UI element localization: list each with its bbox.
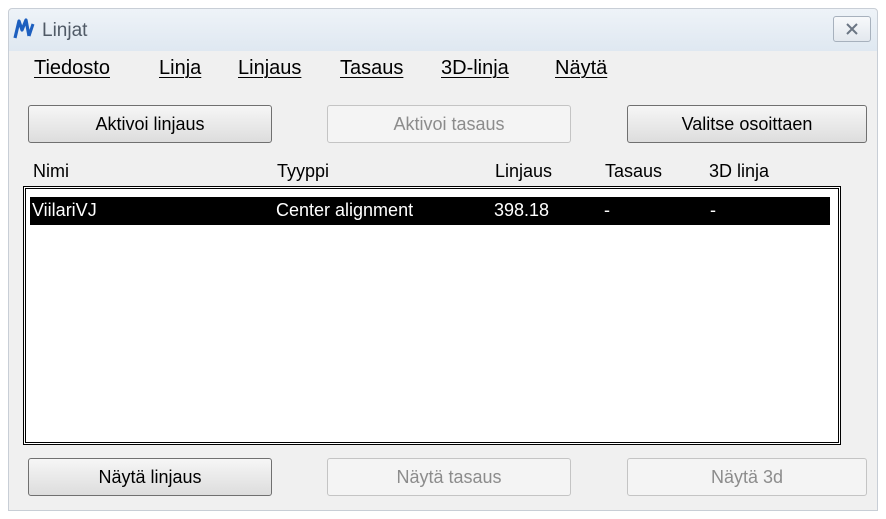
activate-alignment-button[interactable]: Aktivoi linjaus xyxy=(28,105,272,143)
show-alignment-button[interactable]: Näytä linjaus xyxy=(28,458,272,496)
column-header-type[interactable]: Tyyppi xyxy=(277,161,329,182)
menu-bar: Tiedosto Linja Linjaus Tasaus 3D-linja N… xyxy=(9,57,877,87)
title-bar: Linjat xyxy=(9,9,877,51)
menu-linjaus[interactable]: Linjaus xyxy=(238,57,301,80)
window-title: Linjat xyxy=(42,20,88,41)
linjat-app-icon xyxy=(13,18,35,39)
linjat-window: Linjat Tiedosto Linja Linjaus Tasaus 3D-… xyxy=(8,8,878,511)
select-pointing-button[interactable]: Valitse osoittaen xyxy=(627,105,867,143)
alignment-list[interactable]: ViilariVJ Center alignment 398.18 - - xyxy=(23,186,841,445)
cell-3d-line: - xyxy=(710,200,716,220)
cell-name: ViilariVJ xyxy=(32,200,97,220)
column-header-3d-line[interactable]: 3D linja xyxy=(709,161,769,182)
cell-alignment: 398.18 xyxy=(494,200,550,220)
cell-profile: - xyxy=(604,200,610,220)
menu-tasaus[interactable]: Tasaus xyxy=(340,57,403,80)
close-icon xyxy=(846,23,858,35)
column-header-profile[interactable]: Tasaus xyxy=(605,161,662,182)
show-3d-button[interactable]: Näytä 3d xyxy=(627,458,867,496)
show-profile-button[interactable]: Näytä tasaus xyxy=(327,458,571,496)
menu-3d-linja[interactable]: 3D-linja xyxy=(441,57,509,80)
activate-profile-button[interactable]: Aktivoi tasaus xyxy=(327,105,571,143)
menu-nayta[interactable]: Näytä xyxy=(555,57,607,80)
menu-linja[interactable]: Linja xyxy=(159,57,201,80)
cell-type: Center alignment xyxy=(276,200,414,220)
column-header-name[interactable]: Nimi xyxy=(33,161,69,182)
table-row[interactable]: ViilariVJ Center alignment 398.18 - - xyxy=(30,197,830,225)
close-button[interactable] xyxy=(833,16,871,42)
column-header-alignment[interactable]: Linjaus xyxy=(495,161,552,182)
menu-tiedosto[interactable]: Tiedosto xyxy=(34,57,110,80)
